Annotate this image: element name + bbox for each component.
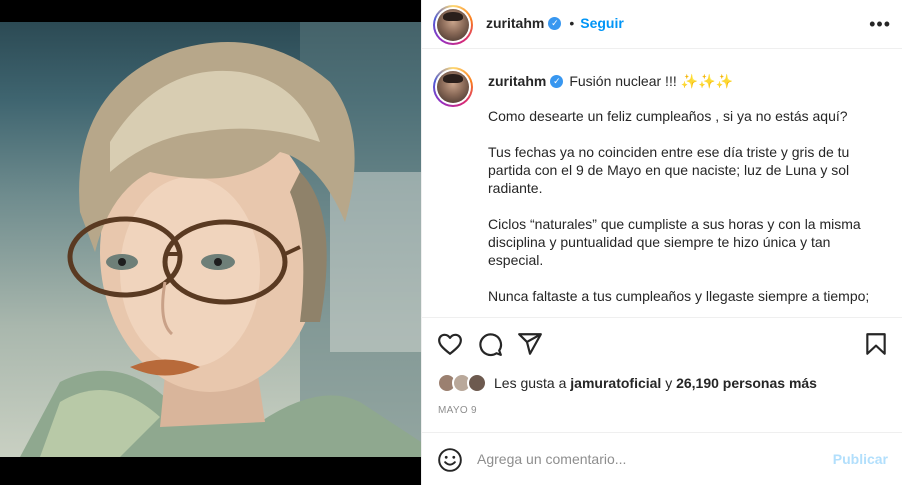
verified-icon: ✓ xyxy=(550,74,564,88)
post-photo[interactable] xyxy=(0,22,421,457)
likes-summary: Les gusta a jamuratoficial y 26,190 pers… xyxy=(437,373,817,393)
comment-icon[interactable] xyxy=(477,331,503,357)
caption-title: Fusión nuclear !!! ✨✨✨ xyxy=(569,73,733,89)
heart-icon[interactable] xyxy=(437,331,463,357)
comment-input[interactable] xyxy=(477,449,807,469)
likes-connector: y xyxy=(665,375,673,391)
caption-username[interactable]: zuritahm xyxy=(488,72,546,90)
send-icon[interactable] xyxy=(517,331,543,357)
post-side-panel: zuritahm ✓ • Seguir ••• zuritahm ✓ Fusió… xyxy=(421,0,902,485)
verified-icon: ✓ xyxy=(548,16,562,30)
likes-count[interactable]: 26,190 personas más xyxy=(676,375,817,391)
follow-button[interactable]: Seguir xyxy=(580,15,624,31)
caption-avatar[interactable] xyxy=(433,67,473,107)
liker-avatar[interactable] xyxy=(467,373,487,393)
portrait-image xyxy=(20,22,421,457)
separator-dot: • xyxy=(569,15,575,31)
post-date[interactable]: MAYO 9 xyxy=(438,405,477,416)
caption-paragraph: Como desearte un feliz cumpleaños , si y… xyxy=(488,108,848,124)
emoji-icon[interactable] xyxy=(437,447,463,473)
comment-bar: Publicar xyxy=(422,432,902,485)
author-avatar[interactable] xyxy=(433,5,473,45)
caption-paragraph: Ciclos “naturales” que cumpliste a sus h… xyxy=(488,216,861,268)
caption-body: zuritahm ✓ Fusión nuclear !!! ✨✨✨ Como d… xyxy=(488,72,878,317)
post-header: zuritahm ✓ • Seguir ••• xyxy=(422,0,902,49)
author-username[interactable]: zuritahm xyxy=(486,15,544,31)
caption-paragraph: Nunca faltaste a tus cumpleaños y llegas… xyxy=(488,288,870,304)
caption-paragraph: Tus fechas ya no coinciden entre ese día… xyxy=(488,144,850,196)
liker-username[interactable]: jamuratoficial xyxy=(570,375,661,391)
author-info: zuritahm ✓ • Seguir xyxy=(486,15,624,31)
post-caption: zuritahm ✓ Fusión nuclear !!! ✨✨✨ Como d… xyxy=(422,50,902,317)
likes-prefix: Les gusta a xyxy=(494,375,567,391)
publish-button[interactable]: Publicar xyxy=(833,451,888,467)
bookmark-icon[interactable] xyxy=(863,331,889,357)
more-options-icon[interactable]: ••• xyxy=(869,14,891,35)
post-media[interactable] xyxy=(0,0,421,485)
